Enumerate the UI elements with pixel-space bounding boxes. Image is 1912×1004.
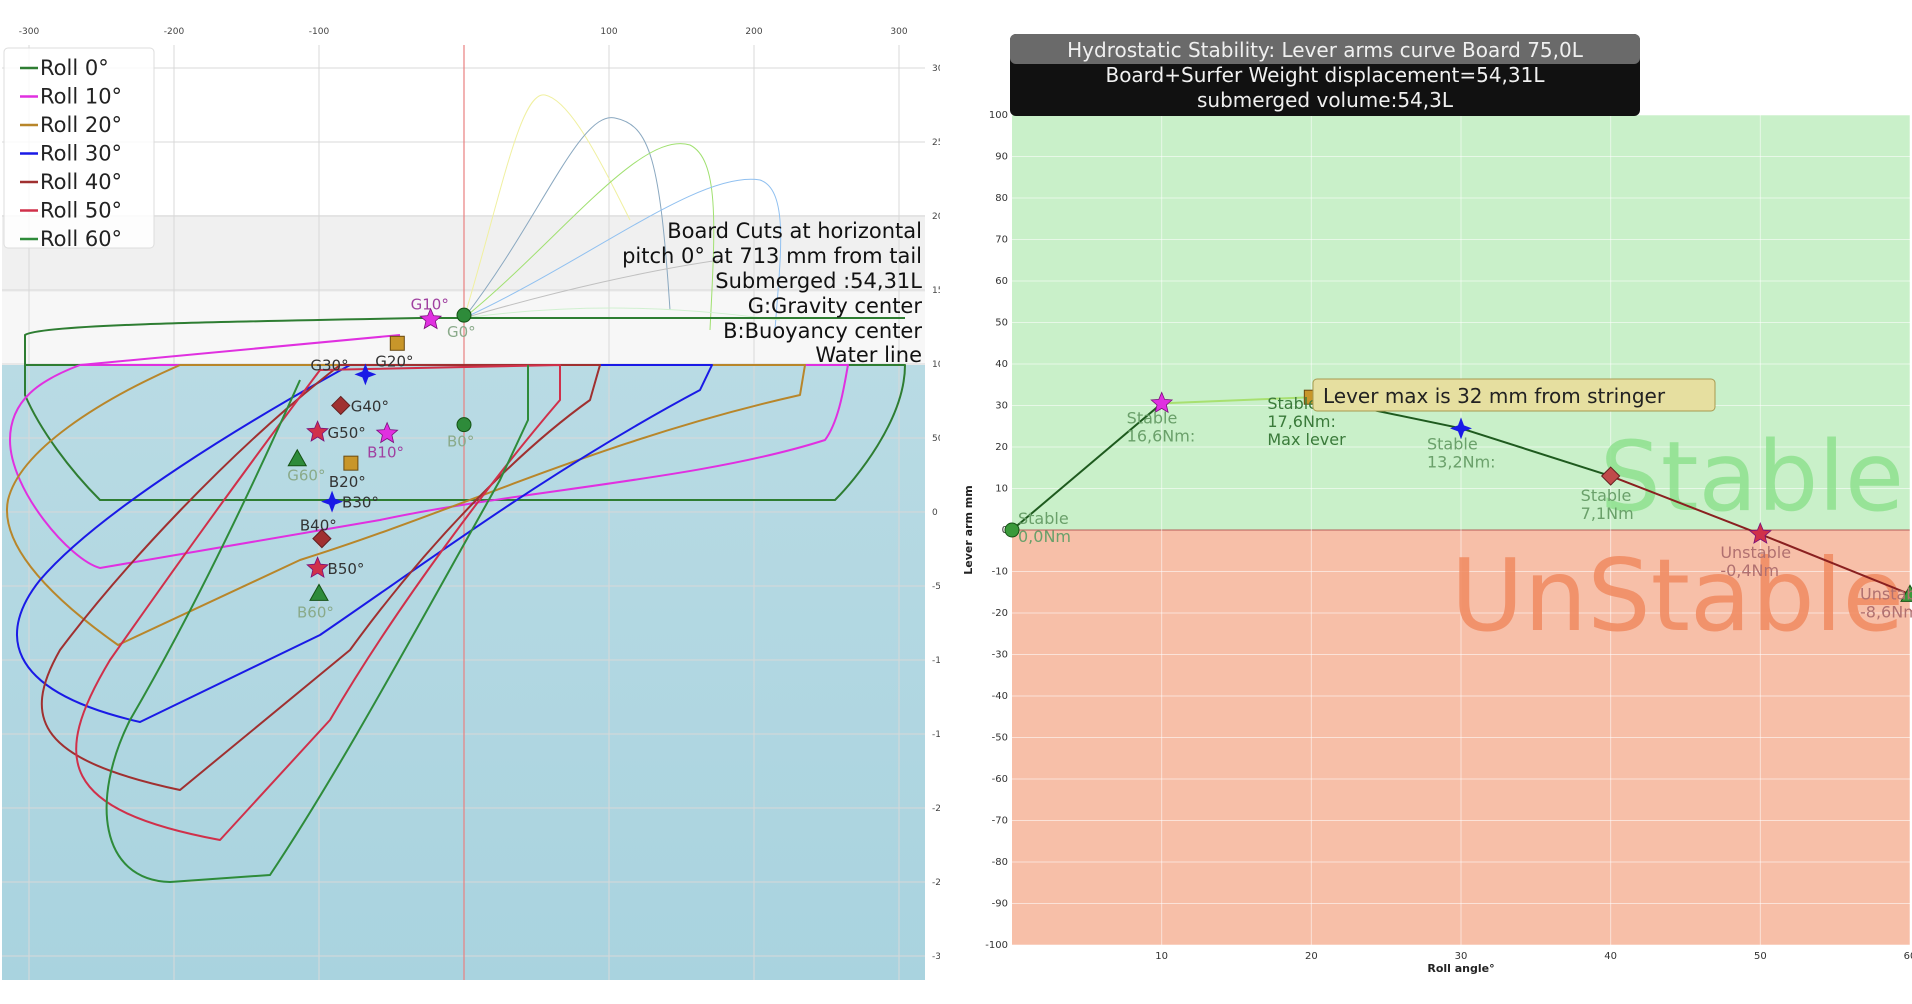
y-tick-label: 10	[995, 484, 1008, 495]
y-tick-label: -100	[985, 940, 1008, 951]
b20-label: B20°	[329, 473, 366, 491]
g40-label: G40°	[351, 397, 389, 415]
b30-label: B30°	[342, 494, 379, 512]
y-tick-label: 30	[995, 401, 1008, 412]
info-line-4: G:Gravity center	[748, 294, 923, 318]
y-tick-label: -40	[992, 691, 1008, 702]
b60-label: B60°	[297, 603, 334, 621]
unstable-zone-label: UnStable	[1451, 537, 1904, 654]
y-tick-label: -20	[992, 608, 1008, 619]
legend-item-label: Roll 0°	[40, 56, 109, 80]
y-tick-label: -90	[992, 899, 1008, 910]
title-line-1: Hydrostatic Stability: Lever arms curve …	[1067, 38, 1584, 62]
x-tick-label: 40	[1604, 951, 1617, 962]
lever-point-0	[1004, 522, 1020, 538]
b20-marker	[343, 455, 359, 471]
x-tick-label: 50	[1754, 951, 1767, 962]
legend-item-label: Roll 20°	[40, 113, 122, 137]
y-tick-label: -10	[992, 567, 1008, 578]
lever-point-label: Stable 0,0Nm	[1018, 509, 1071, 546]
y-tick-label: -50	[992, 733, 1008, 744]
y-tick-label: 80	[995, 193, 1008, 204]
y-tick-label: 50	[932, 434, 940, 444]
g10-label: G10°	[411, 296, 449, 314]
y-tick-label: 200	[932, 212, 940, 222]
info-line-1: Board Cuts at horizontal	[667, 219, 922, 243]
y-tick-label: 20	[995, 442, 1008, 453]
x-tick-label: 20	[1305, 951, 1318, 962]
y-tick-label: -60	[992, 774, 1008, 785]
stable-zone-label: Stable	[1600, 421, 1904, 533]
y-tick-label: 40	[995, 359, 1008, 370]
cross-section-chart: -300 -200 -100 100 200 300 300 250 200 150 100 50 0 -…	[2, 27, 953, 980]
x-tick-label: -100	[309, 27, 330, 37]
cross-section-panel: -300 -200 -100 100 200 300 300 250 200 150 100 50 0 -…	[0, 0, 953, 1000]
legend-item-label: Roll 50°	[40, 199, 122, 223]
x-tick-label: 200	[745, 27, 762, 37]
x-tick-label: 10	[1155, 951, 1168, 962]
y-tick-label: 100	[932, 360, 940, 370]
b40-label: B40°	[300, 517, 337, 535]
y-tick-label: -200	[932, 804, 940, 814]
g20-marker	[389, 335, 405, 351]
x-tick-label: -200	[164, 27, 185, 37]
g0-label: G0°	[447, 323, 476, 341]
y-tick-label: -50	[932, 582, 940, 592]
info-line-5: B:Buoyancy center	[723, 319, 922, 343]
y-tick-label: 250	[932, 138, 940, 148]
legend-item-label: Roll 10°	[40, 85, 122, 109]
lever-point-label: Stable 7,1Nm	[1581, 486, 1634, 523]
info-line-3: Submerged :54,31L	[715, 269, 922, 293]
y-tick-label: -100	[932, 656, 940, 666]
x-tick-label: -300	[19, 27, 40, 37]
y-tick-label: -80	[992, 857, 1008, 868]
lever-point-label: Unstable-8,6Nm	[1860, 584, 1912, 621]
g30-label: G30°	[310, 356, 348, 374]
annotation-text: Lever max is 32 mm from stringer	[1323, 384, 1666, 408]
y-tick-label: 0	[932, 508, 938, 518]
lever-arm-panel: Stable UnStable 1009080706050403020100-1…	[940, 0, 1912, 1000]
y-tick-label: 150	[932, 286, 940, 296]
y-tick-label: 70	[995, 235, 1008, 246]
g20-label: G20°	[375, 352, 413, 370]
legend-item-label: Roll 40°	[40, 170, 122, 194]
y-tick-label: -300	[932, 952, 940, 962]
b50-label: B50°	[328, 560, 365, 578]
y-tick-label: -250	[932, 878, 940, 888]
max-lever-annotation: Lever max is 32 mm from stringer	[1312, 378, 1716, 412]
x-tick-label: 30	[1455, 951, 1468, 962]
y-tick-label: -150	[932, 730, 940, 740]
x-tick-label: 60	[1904, 951, 1912, 962]
lever-arm-chart: Stable UnStable 1009080706050403020100-1…	[962, 34, 1912, 975]
y-tick-label: 50	[995, 318, 1008, 329]
legend-item-label: Roll 30°	[40, 142, 122, 166]
info-line-6: Water line	[815, 343, 922, 367]
info-line-2: pitch 0° at 713 mm from tail	[622, 244, 922, 268]
y-tick-label: -30	[992, 650, 1008, 661]
y-axis-label: Lever arm mm	[962, 485, 975, 574]
y-tick-label: 60	[995, 276, 1008, 287]
x-axis-label: Roll angle°	[1427, 962, 1494, 975]
b0-label: B0°	[447, 433, 474, 451]
b0-marker	[456, 417, 472, 433]
legend: Roll 0° Roll 10° Roll 20° Roll 30° Roll 40° R…	[3, 47, 155, 251]
y-tick-label: 100	[989, 110, 1008, 121]
chart-title: Hydrostatic Stability: Lever arms curve …	[1010, 34, 1640, 116]
g0-marker	[456, 307, 472, 323]
g50-label: G50°	[328, 424, 366, 442]
g60-label: G60°	[287, 467, 325, 485]
title-line-3: submerged volume:54,3L	[1197, 88, 1454, 112]
title-line-2: Board+Surfer Weight displacement=54,31L	[1105, 63, 1545, 87]
x-tick-label: 100	[600, 27, 617, 37]
legend-item-label: Roll 60°	[40, 227, 122, 251]
x-tick-label: 300	[890, 27, 907, 37]
y-tick-label: 90	[995, 152, 1008, 163]
y-tick-label: 300	[932, 64, 940, 74]
y-tick-label: -70	[992, 816, 1008, 827]
b10-label: B10°	[367, 444, 404, 462]
